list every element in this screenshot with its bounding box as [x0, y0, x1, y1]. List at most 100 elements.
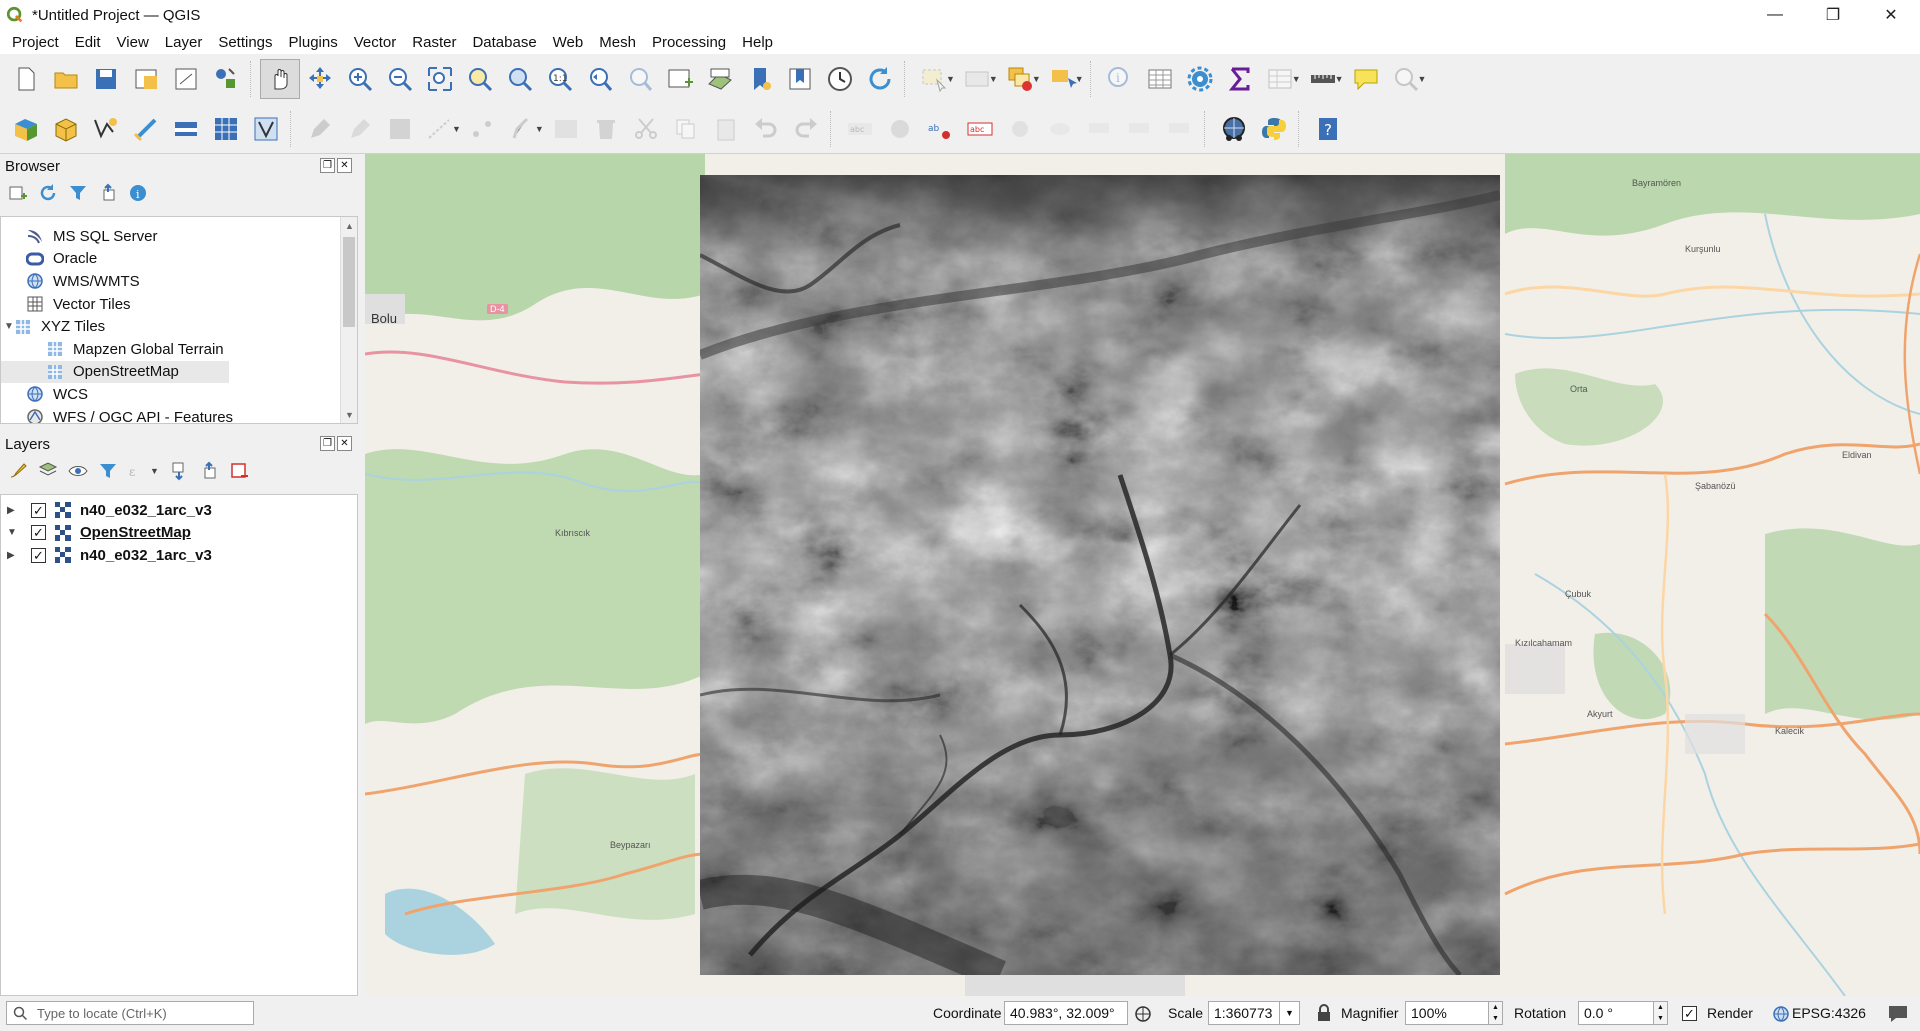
spin-arrows-icon[interactable]: ▲ ▼	[1653, 1002, 1667, 1024]
add-wms-layer-button[interactable]	[166, 109, 206, 149]
collapse-all-button[interactable]	[96, 181, 120, 205]
menu-project[interactable]: Project	[4, 34, 67, 51]
add-virtual-layer-button[interactable]	[246, 109, 286, 149]
style-manager-button[interactable]	[206, 59, 246, 99]
maximize-button[interactable]: ❐	[1804, 0, 1862, 30]
layer-labeling-button[interactable]: ab	[920, 109, 960, 149]
zoom-last-button[interactable]	[580, 59, 620, 99]
select-features-button[interactable]	[914, 59, 954, 99]
zoom-native-button[interactable]: 1:1	[540, 59, 580, 99]
new-shapefile-button[interactable]	[86, 109, 126, 149]
zoom-next-button[interactable]	[620, 59, 660, 99]
browser-item-oracle[interactable]: Oracle	[1, 248, 357, 271]
zoom-in-button[interactable]	[340, 59, 380, 99]
zoom-out-button[interactable]	[380, 59, 420, 99]
vertex-tool-button[interactable]	[463, 109, 503, 149]
add-group-button[interactable]	[36, 459, 60, 483]
menu-vector[interactable]: Vector	[346, 34, 405, 51]
edit-attributes-button[interactable]	[546, 109, 586, 149]
browser-scrollbar[interactable]: ▲ ▼	[340, 217, 357, 423]
messages-icon[interactable]	[1887, 1004, 1909, 1024]
map-tips-button[interactable]	[1346, 59, 1386, 99]
layer-row-dem-bottom[interactable]: ▶ ✓ n40_e032_1arc_v3	[1, 544, 357, 567]
copy-features-button[interactable]	[666, 109, 706, 149]
processing-toolbox-button[interactable]	[1180, 59, 1220, 99]
filter-expression-button[interactable]: ε	[126, 459, 150, 483]
save-project-button[interactable]	[86, 59, 126, 99]
diagram-tool-button[interactable]	[880, 109, 920, 149]
layer-styling-button[interactable]	[6, 459, 30, 483]
browser-refresh-button[interactable]	[36, 181, 60, 205]
menu-raster[interactable]: Raster	[404, 34, 464, 51]
close-button[interactable]: ✕	[1862, 0, 1920, 30]
browser-item-mssql[interactable]: MS SQL Server	[1, 225, 357, 248]
collapse-all-layers-button[interactable]	[197, 459, 221, 483]
move-label-button[interactable]	[1080, 109, 1120, 149]
lock-scale-icon[interactable]	[1316, 1004, 1332, 1022]
coordinate-field[interactable]: 40.983°, 32.009°	[1004, 1001, 1128, 1025]
menu-database[interactable]: Database	[464, 34, 544, 51]
browser-item-openstreetmap[interactable]: OpenStreetMap	[1, 360, 229, 384]
properties-button[interactable]: i	[126, 181, 150, 205]
browser-close-button[interactable]: ✕	[337, 158, 352, 173]
identify-features-button[interactable]: i	[1100, 59, 1140, 99]
layers-close-button[interactable]: ✕	[337, 436, 352, 451]
temporal-controller-button[interactable]	[820, 59, 860, 99]
toggle-extents-icon[interactable]	[1133, 1004, 1153, 1024]
scroll-up-arrow-icon[interactable]: ▲	[341, 217, 357, 234]
new-temporary-layer-button[interactable]	[126, 109, 166, 149]
menu-mesh[interactable]: Mesh	[591, 34, 644, 51]
magnifier-spinbox[interactable]: 100% ▲ ▼	[1405, 1001, 1503, 1025]
delete-selected-button[interactable]	[586, 109, 626, 149]
pan-map-button[interactable]	[260, 59, 300, 99]
field-calculator-button[interactable]	[1260, 59, 1300, 99]
show-bookmarks-button[interactable]	[780, 59, 820, 99]
filter-legend-button[interactable]	[96, 459, 120, 483]
menu-layer[interactable]: Layer	[157, 34, 211, 51]
layer-row-dem-top[interactable]: ▶ ✓ n40_e032_1arc_v3	[1, 499, 357, 522]
save-edits-button[interactable]	[380, 109, 420, 149]
render-checkbox[interactable]: ✓	[1682, 1006, 1697, 1021]
scale-combo[interactable]: 1:360773 ▼	[1208, 1001, 1300, 1025]
new-geopackage-button[interactable]	[46, 109, 86, 149]
browser-float-button[interactable]: ❐	[320, 158, 335, 173]
open-project-button[interactable]	[46, 59, 86, 99]
toggle-editing-button[interactable]	[340, 109, 380, 149]
menu-processing[interactable]: Processing	[644, 34, 734, 51]
locator-settings-button[interactable]	[1386, 59, 1426, 99]
menu-plugins[interactable]: Plugins	[281, 34, 346, 51]
menu-settings[interactable]: Settings	[210, 34, 280, 51]
undo-button[interactable]	[746, 109, 786, 149]
browser-item-xyz-tiles[interactable]: ▼ XYZ Tiles	[1, 315, 357, 338]
new-3d-view-button[interactable]	[700, 59, 740, 99]
spin-arrows-icon[interactable]: ▲ ▼	[1488, 1002, 1502, 1024]
layer-visibility-checkbox[interactable]: ✓	[31, 525, 46, 541]
pin-labels-button[interactable]: abc	[960, 109, 1000, 149]
modify-attributes-button[interactable]	[503, 109, 543, 149]
crs-label[interactable]: EPSG:4326	[1792, 1005, 1866, 1021]
expand-arrow-icon[interactable]: ▶	[7, 550, 21, 561]
scroll-down-arrow-icon[interactable]: ▼	[341, 406, 357, 423]
layer-row-openstreetmap[interactable]: ▼ ✓ OpenStreetMap	[1, 522, 357, 545]
add-selected-layers-button[interactable]	[6, 181, 30, 205]
rotate-label-button[interactable]	[1120, 109, 1160, 149]
browser-item-vector-tiles[interactable]: Vector Tiles	[1, 293, 357, 316]
quickmapservices-button[interactable]	[1214, 109, 1254, 149]
locator-search-input[interactable]: Type to locate (Ctrl+K)	[6, 1001, 254, 1025]
refresh-button[interactable]	[860, 59, 900, 99]
manage-themes-button[interactable]	[66, 459, 90, 483]
minimize-button[interactable]: —	[1746, 0, 1804, 30]
rotation-spinbox[interactable]: 0.0 ° ▲ ▼	[1578, 1001, 1668, 1025]
map-canvas[interactable]: Bolu Kıbrıscık Beypazarı Bayramören Kurş…	[365, 154, 1920, 996]
new-print-layout-button[interactable]	[126, 59, 166, 99]
open-attribute-table-button[interactable]	[1140, 59, 1180, 99]
menu-edit[interactable]: Edit	[67, 34, 109, 51]
browser-item-mapzen[interactable]: Mapzen Global Terrain	[1, 338, 357, 361]
new-bookmark-button[interactable]	[740, 59, 780, 99]
scrollbar-thumb[interactable]	[343, 237, 355, 327]
data-source-manager-button[interactable]	[6, 109, 46, 149]
zoom-to-layer-button[interactable]	[500, 59, 540, 99]
collapse-arrow-icon[interactable]: ▼	[7, 527, 21, 538]
menu-help[interactable]: Help	[734, 34, 781, 51]
browser-filter-button[interactable]	[66, 181, 90, 205]
